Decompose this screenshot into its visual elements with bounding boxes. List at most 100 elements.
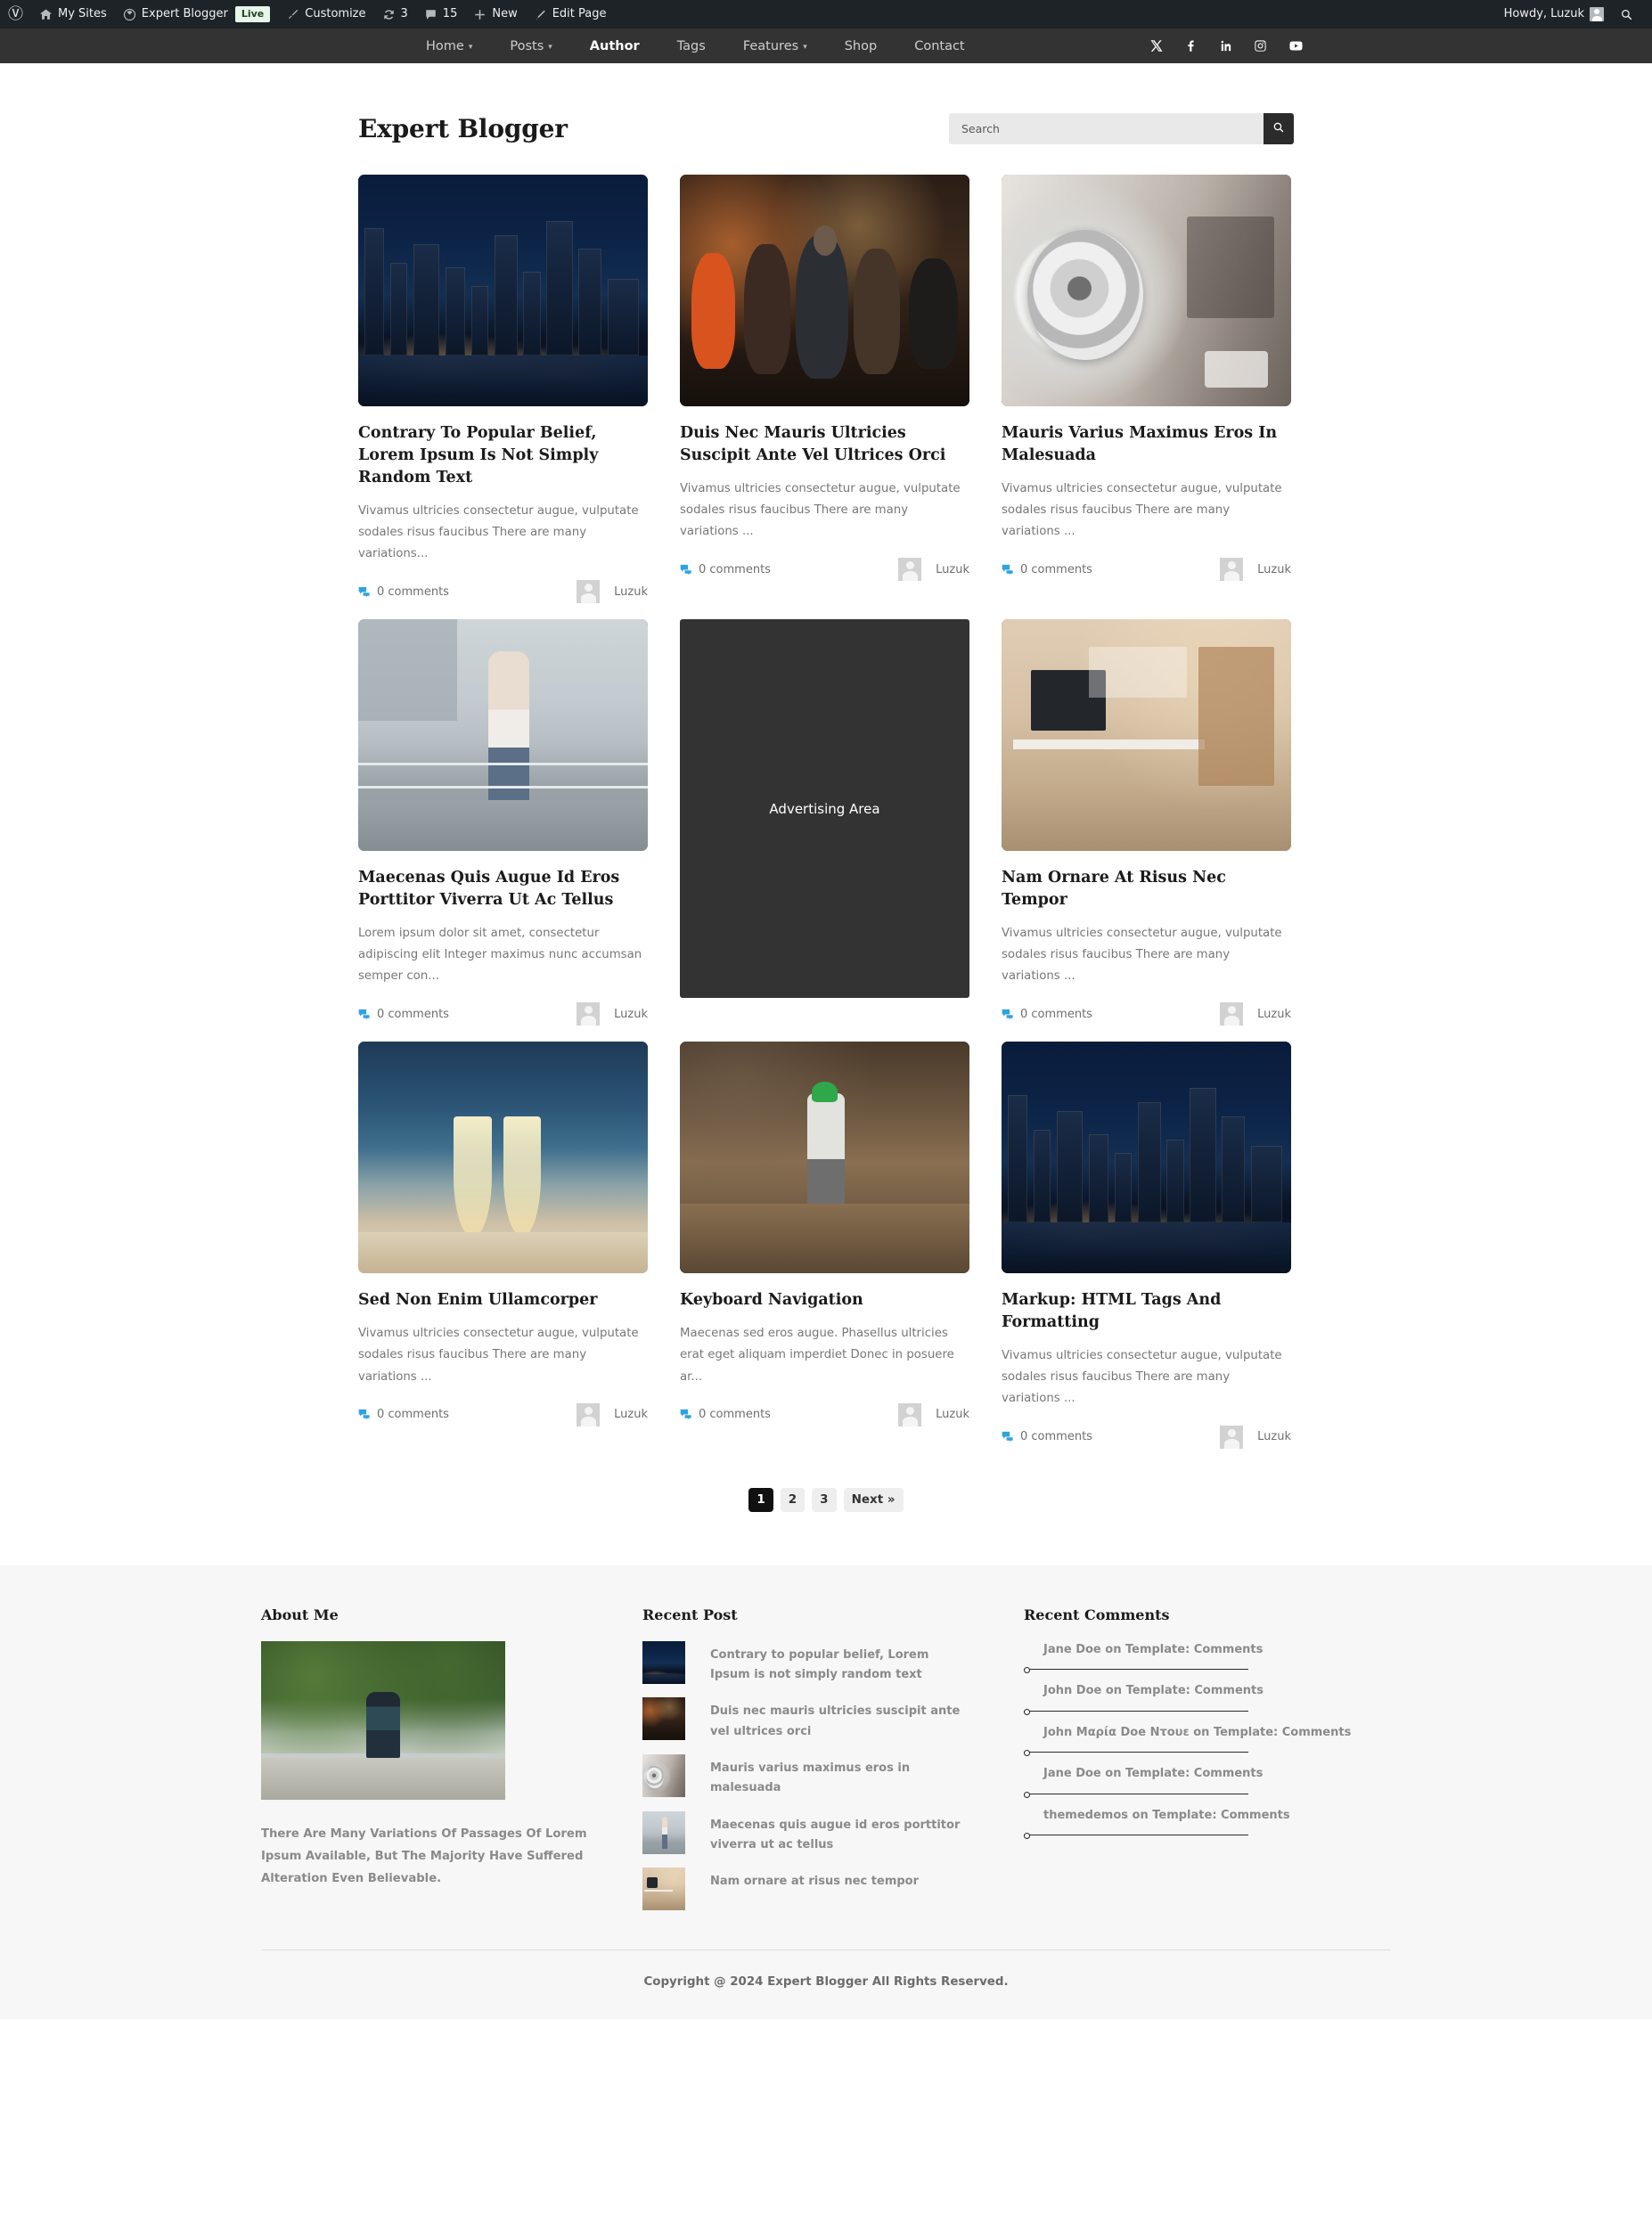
post-title[interactable]: Mauris Varius Maximus Eros In Malesuada [1002,422,1291,467]
comment-post-title[interactable]: Template: Comments [1126,1684,1264,1697]
comment-post-title[interactable]: Template: Comments [1214,1726,1351,1739]
recent-comment-item[interactable]: themedemos on Template: Comments [1024,1807,1391,1849]
recent-comment-item[interactable]: Jane Doe on Template: Comments [1024,1765,1391,1807]
nav-item-author[interactable]: Author [571,39,658,53]
post-thumbnail[interactable] [1002,619,1291,852]
post-card[interactable]: Mauris Varius Maximus Eros In Malesuada … [1002,175,1291,603]
post-comments-link[interactable]: 0 comments [358,1408,449,1421]
post-author[interactable]: Luzuk [898,558,969,582]
author-name: Luzuk [1257,1430,1291,1444]
recent-post-item[interactable]: Duis nec mauris ultricies suscipit ante … [642,1697,1024,1742]
post-author[interactable]: Luzuk [1220,1002,1291,1026]
post-author[interactable]: Luzuk [1220,1425,1291,1449]
post-title[interactable]: Keyboard Navigation [680,1289,969,1312]
widget-recent-comments: Recent Comments Jane Doe on Template: Co… [1024,1606,1391,1911]
recent-post-item[interactable]: Nam ornare at risus nec tempor [642,1867,1024,1911]
post-title[interactable]: Sed Non Enim Ullamcorper [358,1289,648,1312]
search-submit-button[interactable] [1264,113,1294,144]
post-author[interactable]: Luzuk [577,1002,648,1026]
site-name-button[interactable]: Expert Blogger Live [115,0,278,29]
post-thumbnail[interactable] [358,175,648,406]
nav-label: Home [426,38,464,53]
customize-button[interactable]: Customize [278,0,373,29]
recent-post-item[interactable]: Contrary to popular belief, Lorem Ipsum … [642,1640,1024,1686]
post-card[interactable]: Nam Ornare At Risus Nec Tempor Vivamus u… [1002,619,1291,1026]
advertising-area[interactable]: Advertising Area [680,619,969,999]
post-comments-link[interactable]: 0 comments [358,1008,449,1021]
nav-item-features[interactable]: Features ▾ [724,39,826,53]
updates-button[interactable]: 3 [374,0,416,29]
comment-post-title[interactable]: Template: Comments [1125,1643,1263,1656]
comment-author[interactable]: themedemos [1043,1809,1128,1822]
my-account-button[interactable]: Howdy, Luzuk [1496,0,1612,29]
post-comments-link[interactable]: 0 comments [1002,1008,1092,1021]
pagination-next-button[interactable]: Next » [843,1487,904,1512]
post-thumbnail[interactable] [680,1042,969,1274]
search-input[interactable] [949,113,1264,144]
post-card[interactable]: Keyboard Navigation Maecenas sed eros au… [680,1042,969,1448]
post-author[interactable]: Luzuk [577,1402,648,1426]
post-excerpt: Vivamus ultricies consectetur augue, vul… [1002,1349,1282,1406]
post-card[interactable]: Sed Non Enim Ullamcorper Vivamus ultrici… [358,1042,648,1448]
new-content-button[interactable]: New [465,0,525,29]
post-comments-link[interactable]: 0 comments [680,563,771,576]
post-card[interactable]: Maecenas Quis Augue Id Eros Porttitor Vi… [358,619,648,1026]
comment-author[interactable]: John Doe [1043,1684,1101,1697]
post-author[interactable]: Luzuk [898,1402,969,1426]
linkedin-icon[interactable] [1208,39,1243,53]
post-title[interactable]: Contrary To Popular Belief, Lorem Ipsum … [358,422,648,489]
pagination-page-3[interactable]: 3 [812,1487,837,1512]
plus-icon [473,8,487,21]
nav-item-shop[interactable]: Shop [826,39,896,53]
post-author[interactable]: Luzuk [577,580,648,604]
post-card[interactable]: Markup: HTML Tags And Formatting Vivamus… [1002,1042,1291,1449]
nav-item-contact[interactable]: Contact [896,39,983,53]
recent-post-thumbnail [642,1810,685,1854]
post-card[interactable]: Duis Nec Mauris Ultricies Suscipit Ante … [680,175,969,603]
instagram-icon[interactable] [1243,39,1278,53]
pagination-page-2[interactable]: 2 [780,1487,806,1512]
youtube-icon[interactable] [1278,38,1314,53]
edit-page-button[interactable]: Edit Page [526,0,615,29]
divider [1024,1708,1248,1715]
post-title[interactable]: Duis Nec Mauris Ultricies Suscipit Ante … [680,422,969,467]
recent-comment-item[interactable]: Jane Doe on Template: Comments [1024,1641,1391,1683]
post-title[interactable]: Markup: HTML Tags And Formatting [1002,1289,1291,1334]
comment-bubble-icon [358,586,371,598]
recent-comment-item[interactable]: John Μαρία Doe Ντουε on Template: Commen… [1024,1724,1391,1766]
nav-item-posts[interactable]: Posts ▾ [491,39,570,53]
nav-item-home[interactable]: Home ▾ [407,39,491,53]
post-thumbnail[interactable] [358,619,648,852]
recent-post-item[interactable]: Mauris varius maximus eros in malesuada [642,1754,1024,1799]
comment-post-title[interactable]: Template: Comments [1125,1767,1263,1780]
comments-button[interactable]: 15 [416,0,466,29]
post-comments-link[interactable]: 0 comments [680,1408,771,1421]
recent-post-item[interactable]: Maecenas quis augue id eros porttitor vi… [642,1810,1024,1856]
post-comments-link[interactable]: 0 comments [358,585,449,599]
post-thumbnail[interactable] [358,1042,648,1274]
post-comments-link[interactable]: 0 comments [1002,1430,1092,1443]
post-title[interactable]: Maecenas Quis Augue Id Eros Porttitor Vi… [358,867,648,911]
post-meta: 0 comments Luzuk [1002,558,1291,582]
comment-author[interactable]: John Μαρία Doe Ντουε [1043,1726,1190,1739]
post-thumbnail[interactable] [1002,1042,1291,1274]
facebook-icon[interactable] [1174,39,1208,53]
widget-about-me: About Me There Are Many Variations Of Pa… [261,1606,642,1911]
nav-item-tags[interactable]: Tags [658,39,724,53]
advertising-area-label: Advertising Area [769,800,880,817]
admin-search-button[interactable] [1612,0,1641,29]
comment-author[interactable]: Jane Doe [1043,1643,1101,1656]
post-title[interactable]: Nam Ornare At Risus Nec Tempor [1002,867,1291,911]
post-thumbnail[interactable] [680,175,969,406]
post-author[interactable]: Luzuk [1220,558,1291,582]
x-twitter-icon[interactable] [1139,39,1174,53]
pagination-page-1[interactable]: 1 [748,1487,773,1512]
post-thumbnail[interactable] [1002,175,1291,406]
wordpress-logo-button[interactable]: Ⓥ [0,0,31,29]
post-comments-link[interactable]: 0 comments [1002,563,1092,576]
comment-post-title[interactable]: Template: Comments [1152,1809,1289,1822]
comment-author[interactable]: Jane Doe [1043,1767,1101,1780]
my-sites-button[interactable]: My Sites [31,0,115,29]
post-card[interactable]: Contrary To Popular Belief, Lorem Ipsum … [358,175,648,604]
recent-comment-item[interactable]: John Doe on Template: Comments [1024,1682,1391,1724]
